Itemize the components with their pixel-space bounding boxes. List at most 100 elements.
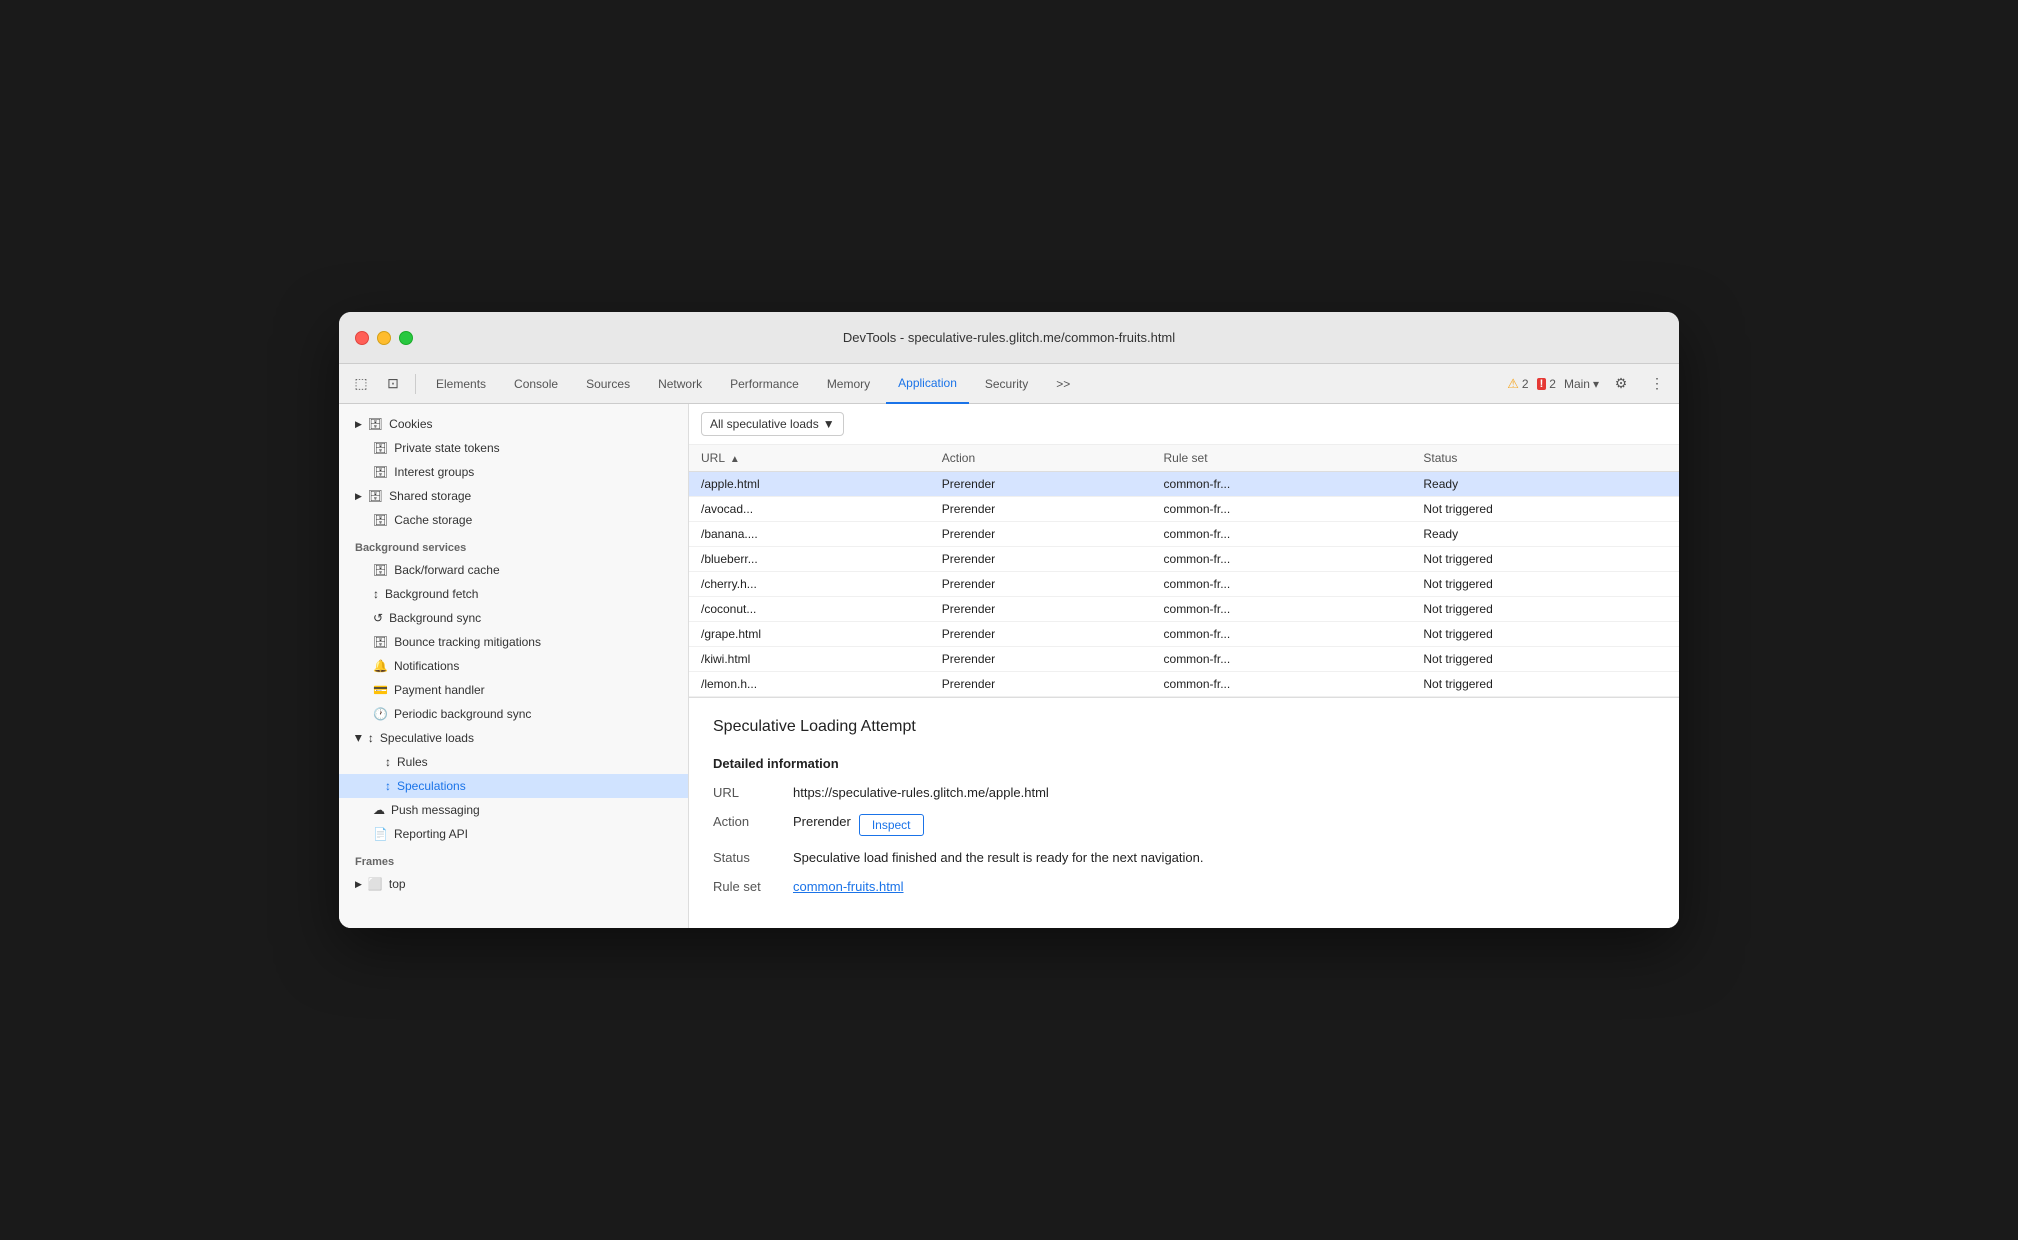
sidebar-item-speculations[interactable]: ↕ Speculations xyxy=(339,774,688,798)
warning-badge[interactable]: ⚠ 2 xyxy=(1507,376,1528,392)
sidebar-item-label: Speculations xyxy=(397,779,466,793)
sidebar-item-label: Speculative loads xyxy=(380,731,474,745)
filter-dropdown[interactable]: All speculative loads ▼ xyxy=(701,412,844,436)
inspect-button[interactable]: Inspect xyxy=(859,814,924,836)
cell-url: /avocad... xyxy=(689,497,930,522)
more-tabs-button[interactable]: >> xyxy=(1044,364,1082,404)
traffic-lights xyxy=(355,331,413,345)
col-header-status: Status xyxy=(1411,445,1679,472)
db-icon: 🗄 xyxy=(368,489,383,503)
tab-security[interactable]: Security xyxy=(973,364,1040,404)
cell-action: Prerender xyxy=(930,597,1152,622)
col-header-url: URL ▲ xyxy=(689,445,930,472)
sidebar-item-push-messaging[interactable]: ☁ Push messaging xyxy=(339,798,688,822)
toolbar: ⬚ ⊡ Elements Console Sources Network Per… xyxy=(339,364,1679,404)
file-icon: 📄 xyxy=(373,827,388,841)
rule-set-link[interactable]: common-fruits.html xyxy=(793,879,904,894)
sidebar-item-periodic-bg-sync[interactable]: 🕐 Periodic background sync xyxy=(339,702,688,726)
cloud-icon: ☁ xyxy=(373,803,385,817)
sidebar-item-bounce-tracking[interactable]: 🗄 Bounce tracking mitigations xyxy=(339,630,688,654)
tab-memory[interactable]: Memory xyxy=(815,364,882,404)
sidebar-item-background-fetch[interactable]: ↕ Background fetch xyxy=(339,582,688,606)
sidebar-item-label: Rules xyxy=(397,755,428,769)
sidebar-item-interest-groups[interactable]: 🗄 Interest groups xyxy=(339,460,688,484)
tab-console[interactable]: Console xyxy=(502,364,570,404)
sidebar-item-payment-handler[interactable]: 💳 Payment handler xyxy=(339,678,688,702)
expand-icon: ▶ xyxy=(355,491,362,502)
cell-rule-set: common-fr... xyxy=(1152,572,1412,597)
cell-rule-set: common-fr... xyxy=(1152,472,1412,497)
detail-action-row: Action Prerender Inspect xyxy=(713,814,1655,836)
sidebar-item-label: Shared storage xyxy=(389,489,471,503)
sidebar-item-label: Cookies xyxy=(389,417,432,431)
tab-network[interactable]: Network xyxy=(646,364,714,404)
more-options-icon[interactable]: ⋮ xyxy=(1643,370,1671,398)
table-row[interactable]: /avocad... Prerender common-fr... Not tr… xyxy=(689,497,1679,522)
cell-url: /kiwi.html xyxy=(689,647,930,672)
table-row[interactable]: /grape.html Prerender common-fr... Not t… xyxy=(689,622,1679,647)
window-title: DevTools - speculative-rules.glitch.me/c… xyxy=(843,330,1175,345)
sidebar-item-label: Payment handler xyxy=(394,683,485,697)
table-row[interactable]: /lemon.h... Prerender common-fr... Not t… xyxy=(689,672,1679,697)
db-icon: 🗄 xyxy=(373,563,388,577)
error-badge[interactable]: ! 2 xyxy=(1537,377,1556,391)
detail-rule-set-row: Rule set common-fruits.html xyxy=(713,879,1655,894)
sidebar-item-back-forward-cache[interactable]: 🗄 Back/forward cache xyxy=(339,558,688,582)
minimize-button[interactable] xyxy=(377,331,391,345)
sidebar-item-background-sync[interactable]: ↺ Background sync xyxy=(339,606,688,630)
maximize-button[interactable] xyxy=(399,331,413,345)
cell-status: Not triggered xyxy=(1411,547,1679,572)
cell-rule-set: common-fr... xyxy=(1152,647,1412,672)
close-button[interactable] xyxy=(355,331,369,345)
cell-url: /cherry.h... xyxy=(689,572,930,597)
table-row[interactable]: /kiwi.html Prerender common-fr... Not tr… xyxy=(689,647,1679,672)
tab-elements[interactable]: Elements xyxy=(424,364,498,404)
sidebar-item-top-frame[interactable]: ▶ ⬜ top xyxy=(339,872,688,896)
device-toolbar-icon[interactable]: ⊡ xyxy=(379,370,407,398)
bell-icon: 🔔 xyxy=(373,659,388,673)
sidebar-item-rules[interactable]: ↕ Rules xyxy=(339,750,688,774)
table-row[interactable]: /banana.... Prerender common-fr... Ready xyxy=(689,522,1679,547)
settings-icon[interactable]: ⚙ xyxy=(1607,370,1635,398)
table-row[interactable]: /apple.html Prerender common-fr... Ready xyxy=(689,472,1679,497)
sidebar-item-shared-storage[interactable]: ▶ 🗄 Shared storage xyxy=(339,484,688,508)
sidebar-item-cookies[interactable]: ▶ 🗄 Cookies xyxy=(339,412,688,436)
tab-sources[interactable]: Sources xyxy=(574,364,642,404)
expand-icon: ▶ xyxy=(353,735,364,742)
sidebar-item-private-state-tokens[interactable]: 🗄 Private state tokens xyxy=(339,436,688,460)
detail-status-row: Status Speculative load finished and the… xyxy=(713,850,1655,865)
sidebar-item-reporting-api[interactable]: 📄 Reporting API xyxy=(339,822,688,846)
cell-rule-set: common-fr... xyxy=(1152,597,1412,622)
cell-rule-set: common-fr... xyxy=(1152,672,1412,697)
sidebar-item-notifications[interactable]: 🔔 Notifications xyxy=(339,654,688,678)
sidebar-item-cache-storage[interactable]: 🗄 Cache storage xyxy=(339,508,688,532)
cell-status: Ready xyxy=(1411,472,1679,497)
sidebar-item-label: Background fetch xyxy=(385,587,478,601)
chevron-down-icon: ▾ xyxy=(1593,377,1599,391)
tab-application[interactable]: Application xyxy=(886,364,969,404)
detail-url-row: URL https://speculative-rules.glitch.me/… xyxy=(713,785,1655,800)
action-label: Action xyxy=(713,814,793,829)
sidebar-item-label: Bounce tracking mitigations xyxy=(394,635,541,649)
sync-icon: ↺ xyxy=(373,611,383,625)
cell-action: Prerender xyxy=(930,622,1152,647)
cell-status: Not triggered xyxy=(1411,622,1679,647)
element-picker-icon[interactable]: ⬚ xyxy=(347,370,375,398)
cell-url: /blueberr... xyxy=(689,547,930,572)
table-row[interactable]: /cherry.h... Prerender common-fr... Not … xyxy=(689,572,1679,597)
tab-performance[interactable]: Performance xyxy=(718,364,811,404)
main-thread-selector[interactable]: Main ▾ xyxy=(1564,377,1599,391)
table-row[interactable]: /blueberr... Prerender common-fr... Not … xyxy=(689,547,1679,572)
sidebar-item-label: Private state tokens xyxy=(394,441,499,455)
cell-status: Not triggered xyxy=(1411,572,1679,597)
cell-url: /apple.html xyxy=(689,472,930,497)
devtools-window: DevTools - speculative-rules.glitch.me/c… xyxy=(339,312,1679,928)
sort-icon: ▲ xyxy=(730,454,740,465)
speculative-loads-table: URL ▲ Action Rule set Status /apple.html… xyxy=(689,445,1679,697)
sidebar-item-label: Notifications xyxy=(394,659,459,673)
sidebar: ▶ 🗄 Cookies 🗄 Private state tokens 🗄 Int… xyxy=(339,404,689,928)
cell-url: /grape.html xyxy=(689,622,930,647)
warning-icon: ⚠ xyxy=(1507,376,1519,392)
sidebar-item-speculative-loads[interactable]: ▶ ↕ Speculative loads xyxy=(339,726,688,750)
table-row[interactable]: /coconut... Prerender common-fr... Not t… xyxy=(689,597,1679,622)
